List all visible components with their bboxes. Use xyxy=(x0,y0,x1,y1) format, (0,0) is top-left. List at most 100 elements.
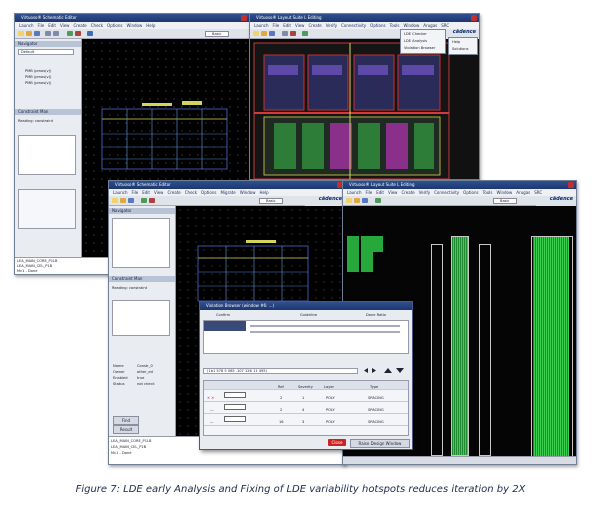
menu-launch[interactable]: Launch xyxy=(113,190,127,195)
menu-options[interactable]: Options xyxy=(201,190,216,195)
stretch-icon[interactable] xyxy=(282,31,288,36)
open-icon[interactable] xyxy=(26,31,32,36)
close-icon[interactable] xyxy=(241,15,247,21)
menu-edit[interactable]: Edit xyxy=(283,23,291,28)
marker-swatch xyxy=(224,416,246,422)
menu-item-help[interactable]: Help xyxy=(452,40,460,44)
menu-edit[interactable]: Edit xyxy=(48,23,56,28)
menu-create[interactable]: Create xyxy=(401,190,414,195)
table-row[interactable]: ✕ ✕ 2 1 POLY SPACING xyxy=(204,390,408,402)
wire-icon[interactable] xyxy=(149,198,155,203)
close-icon[interactable] xyxy=(471,15,477,21)
menu-options[interactable]: Options xyxy=(463,190,478,195)
menu-options[interactable]: Options xyxy=(370,23,385,28)
menu-window[interactable]: Window xyxy=(240,190,256,195)
menu-file[interactable]: File xyxy=(272,23,279,28)
selected-guideline[interactable] xyxy=(204,321,246,331)
open-icon[interactable] xyxy=(120,198,126,203)
wire-icon[interactable] xyxy=(75,31,81,36)
menu-file[interactable]: File xyxy=(37,23,44,28)
nav-arrows-icon[interactable] xyxy=(360,367,410,374)
navigator-item[interactable]: PMB (pmos(v)) xyxy=(25,75,51,79)
menu-verify[interactable]: Verify xyxy=(419,190,430,195)
menu-launch[interactable]: Launch xyxy=(347,190,361,195)
menu-window[interactable]: Window xyxy=(496,190,512,195)
undo-icon[interactable] xyxy=(45,31,51,36)
workspace-select[interactable]: Basic xyxy=(259,198,283,204)
redo-icon[interactable] xyxy=(53,31,59,36)
save-icon[interactable] xyxy=(34,31,40,36)
menu-src[interactable]: SRC xyxy=(534,190,542,195)
menu-launch[interactable]: Launch xyxy=(19,23,33,28)
save-icon[interactable] xyxy=(269,31,275,36)
menu-options[interactable]: Options xyxy=(107,23,122,28)
location-field[interactable]: (1b1 578 5 065 .107 126 11 495) xyxy=(203,368,358,374)
navigator-filter[interactable]: Default xyxy=(18,49,74,55)
check-icon[interactable] xyxy=(87,31,93,36)
zoom-icon[interactable] xyxy=(141,198,147,203)
menu-file[interactable]: File xyxy=(365,190,372,195)
row-type: SPACING xyxy=(368,420,384,424)
zoom-icon[interactable] xyxy=(302,31,308,36)
menu-arugas[interactable]: Arugas xyxy=(423,23,437,28)
save-icon[interactable] xyxy=(362,198,368,203)
new-icon[interactable] xyxy=(253,31,259,36)
menu-create[interactable]: Create xyxy=(73,23,86,28)
table-row[interactable]: — 16 3 POLY SPACING xyxy=(204,414,408,426)
menu-view[interactable]: View xyxy=(60,23,70,28)
new-icon[interactable] xyxy=(112,198,118,203)
menu-arugas[interactable]: Arugas xyxy=(516,190,530,195)
guideline-list[interactable] xyxy=(203,320,409,354)
open-icon[interactable] xyxy=(354,198,360,203)
menu-view[interactable]: View xyxy=(295,23,305,28)
menu-tools[interactable]: Tools xyxy=(483,190,493,195)
ruler-icon[interactable] xyxy=(290,31,296,36)
menu-launch[interactable]: Launch xyxy=(254,23,268,28)
menu-edit[interactable]: Edit xyxy=(376,190,384,195)
menu-window[interactable]: Window xyxy=(403,23,419,28)
constraint-list[interactable] xyxy=(18,135,76,175)
menu-create[interactable]: Create xyxy=(308,23,321,28)
menu-edit[interactable]: Edit xyxy=(142,190,150,195)
layout-canvas[interactable] xyxy=(250,39,479,179)
close-icon[interactable] xyxy=(568,182,574,188)
menu-item-lde-analysis[interactable]: LDE Analysis xyxy=(404,39,427,43)
menu-window[interactable]: Window xyxy=(126,23,142,28)
menu-view[interactable]: View xyxy=(388,190,398,195)
new-icon[interactable] xyxy=(346,198,352,203)
tab-find[interactable]: Find xyxy=(113,416,139,425)
workspace-select[interactable]: Basic xyxy=(205,31,229,37)
save-icon[interactable] xyxy=(128,198,134,203)
navigator-item[interactable]: PMB (pmos(v)) xyxy=(25,69,51,73)
menu-src[interactable]: SRC xyxy=(441,23,449,28)
close-button[interactable]: Close xyxy=(328,439,346,446)
menu-item-lde-checker[interactable]: LDE Checker xyxy=(404,32,427,36)
open-icon[interactable] xyxy=(261,31,267,36)
menu-connectivity[interactable]: Connectivity xyxy=(434,190,459,195)
new-icon[interactable] xyxy=(18,31,24,36)
menu-help[interactable]: Help xyxy=(260,190,269,195)
menu-item-solutions[interactable]: Solutions xyxy=(452,47,469,51)
table-row[interactable]: — 2 4 POLY SPACING xyxy=(204,402,408,414)
window-title-bar: Virtuoso® Schematic Editor xyxy=(109,181,345,189)
workspace-select[interactable]: Basic xyxy=(493,198,517,204)
menu-view[interactable]: View xyxy=(154,190,164,195)
menu-file[interactable]: File xyxy=(131,190,138,195)
menu-migrate[interactable]: Migrate xyxy=(220,190,235,195)
menu-create[interactable]: Create xyxy=(167,190,180,195)
navigator-tree[interactable] xyxy=(112,218,170,268)
row-layer: POLY xyxy=(326,420,335,424)
zoom-icon[interactable] xyxy=(67,31,73,36)
menu-tools[interactable]: Tools xyxy=(390,23,400,28)
tab-result[interactable]: Result xyxy=(113,425,139,434)
raise-design-window-button[interactable]: Raise Design Window xyxy=(350,439,410,448)
menu-check[interactable]: Check xyxy=(185,190,197,195)
menu-item-violation-browser[interactable]: Violation Browser xyxy=(404,46,435,50)
menu-help[interactable]: Help xyxy=(146,23,155,28)
menu-connectivity[interactable]: Connectivity xyxy=(341,23,366,28)
menu-check[interactable]: Check xyxy=(91,23,103,28)
constraint-list[interactable] xyxy=(112,300,170,336)
zoom-icon[interactable] xyxy=(375,198,381,203)
menu-verify[interactable]: Verify xyxy=(326,23,337,28)
navigator-item[interactable]: PMB (pmos(v)) xyxy=(25,81,51,85)
